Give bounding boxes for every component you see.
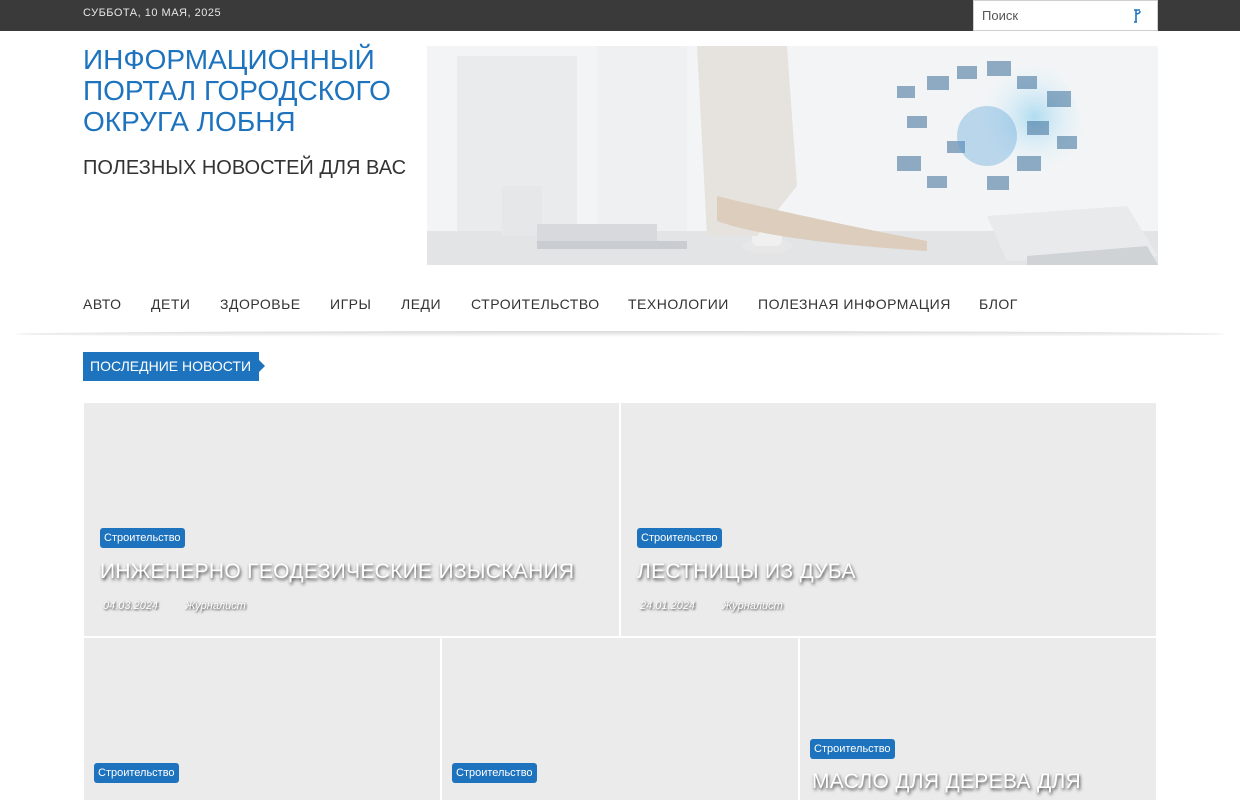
- post-meta: 24.01.2024 Журналист: [637, 600, 783, 612]
- nav-item-igry[interactable]: ИГРЫ: [330, 296, 371, 312]
- latest-news-label: ПОСЛЕДНИЕ НОВОСТИ: [83, 352, 266, 381]
- post-date[interactable]: 24.01.2024: [640, 600, 695, 612]
- nav-shadow: [15, 331, 1225, 337]
- post-title[interactable]: ИНЖЕНЕРНО ГЕОДЕЗИЧЕСКИЕ ИЗЫСКАНИЯ: [100, 560, 574, 584]
- header-banner-image: [427, 46, 1158, 265]
- nav-item-ledi[interactable]: ЛЕДИ: [401, 296, 441, 312]
- post-author[interactable]: Журналист: [722, 600, 783, 612]
- nav-item-blog[interactable]: БЛОГ: [979, 296, 1018, 312]
- search-icon[interactable]: [1127, 6, 1147, 26]
- post-card[interactable]: Строительство: [442, 638, 798, 800]
- post-card[interactable]: Строительство ИНЖЕНЕРНО ГЕОДЕЗИЧЕСКИЕ ИЗ…: [84, 403, 619, 636]
- post-title[interactable]: ЛЕСТНИЦЫ ИЗ ДУБА: [637, 560, 856, 584]
- search-input[interactable]: [974, 1, 1124, 30]
- nav-item-poleznaya-informaciya[interactable]: ПОЛЕЗНАЯ ИНФОРМАЦИЯ: [758, 296, 951, 312]
- post-card[interactable]: Строительство ЛЕСТНИЦЫ ИЗ ДУБА 24.01.202…: [621, 403, 1156, 636]
- main-navigation: АВТО ДЕТИ ЗДОРОВЬЕ ИГРЫ ЛЕДИ СТРОИТЕЛЬСТ…: [0, 276, 1240, 332]
- category-badge[interactable]: Строительство: [452, 763, 537, 783]
- top-bar: СУББОТА, 10 МАЯ, 2025: [0, 0, 1240, 31]
- nav-item-tehnologii[interactable]: ТЕХНОЛОГИИ: [628, 296, 729, 312]
- site-description: ПОЛЕЗНЫХ НОВОСТЕЙ ДЛЯ ВАС: [83, 157, 407, 179]
- nav-item-deti[interactable]: ДЕТИ: [151, 296, 190, 312]
- post-card[interactable]: Строительство: [84, 638, 440, 800]
- nav-item-zdorovie[interactable]: ЗДОРОВЬЕ: [220, 296, 301, 312]
- category-badge[interactable]: Строительство: [94, 763, 179, 783]
- nav-item-avto[interactable]: АВТО: [83, 296, 122, 312]
- post-card[interactable]: Строительство МАСЛО ДЛЯ ДЕРЕВА ДЛЯ: [800, 638, 1156, 800]
- nav-item-stroitelstvo[interactable]: СТРОИТЕЛЬСТВО: [471, 296, 600, 312]
- post-author[interactable]: Журналист: [185, 600, 246, 612]
- post-date[interactable]: 04.03.2024: [103, 600, 158, 612]
- site-title[interactable]: ИНФОРМАЦИОННЫЙ ПОРТАЛ ГОРОДСКОГО ОКРУГА …: [83, 44, 413, 137]
- category-badge[interactable]: Строительство: [810, 739, 895, 759]
- post-meta: 04.03.2024 Журналист: [100, 600, 246, 612]
- category-badge[interactable]: Строительство: [637, 528, 722, 548]
- category-badge[interactable]: Строительство: [100, 528, 185, 548]
- post-title[interactable]: МАСЛО ДЛЯ ДЕРЕВА ДЛЯ: [812, 770, 1081, 794]
- search-form: [973, 0, 1158, 31]
- current-date: СУББОТА, 10 МАЯ, 2025: [83, 7, 222, 19]
